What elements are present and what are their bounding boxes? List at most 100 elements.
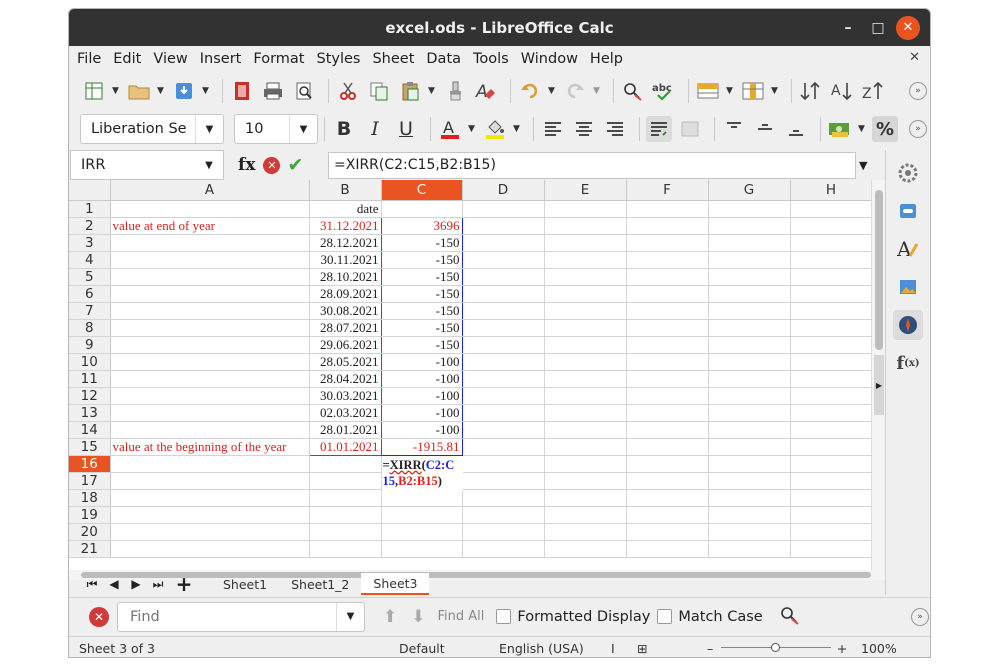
cell-b[interactable]: 30.11.2021 [308, 251, 382, 269]
cell-a[interactable] [110, 387, 310, 405]
font-color-icon[interactable]: A [437, 116, 463, 142]
column-header-b[interactable]: B [309, 180, 382, 201]
menu-file[interactable]: File [71, 51, 107, 67]
menu-edit[interactable]: Edit [107, 51, 147, 67]
row-header[interactable]: 21 [69, 540, 111, 558]
column-header-e[interactable]: E [544, 180, 627, 201]
cell-a[interactable] [110, 353, 310, 371]
cell-empty[interactable] [708, 387, 791, 405]
row-header[interactable]: 3 [69, 234, 111, 252]
cell-c[interactable]: -100 [380, 370, 463, 388]
cell-a[interactable] [110, 421, 310, 439]
row-dropdown-icon[interactable]: ▼ [726, 86, 736, 96]
find-input[interactable] [128, 607, 328, 626]
cell-empty[interactable] [544, 472, 627, 490]
row-header[interactable]: 5 [69, 268, 111, 286]
zoom-slider[interactable] [721, 642, 831, 654]
maximize-button[interactable]: □ [866, 16, 890, 40]
column-icon[interactable] [740, 78, 766, 104]
cell-empty[interactable] [462, 438, 545, 456]
cell-empty[interactable] [708, 234, 791, 252]
cell-b[interactable]: 28.05.2021 [308, 353, 382, 371]
cell-b[interactable]: 28.07.2021 [308, 319, 382, 337]
cell-c[interactable]: -150 [380, 234, 463, 252]
zoom-slider-thumb[interactable] [771, 643, 780, 652]
cell-b[interactable]: 28.09.2021 [308, 285, 382, 303]
cell-a[interactable] [110, 540, 310, 558]
tab-sheet3[interactable]: Sheet3 [361, 573, 430, 595]
percent-format-button[interactable]: % [872, 116, 898, 142]
cell-a[interactable] [110, 285, 310, 303]
redo-dropdown-icon[interactable]: ▼ [593, 86, 603, 96]
cell-empty[interactable] [790, 251, 873, 269]
cell-empty[interactable] [544, 251, 627, 269]
menu-sheet[interactable]: Sheet [366, 51, 420, 67]
undo-icon[interactable] [517, 78, 543, 104]
cell-empty[interactable] [462, 302, 545, 320]
cell-empty[interactable] [708, 506, 791, 524]
cell-b[interactable] [309, 523, 382, 541]
cell-a[interactable] [110, 455, 310, 473]
row-header[interactable]: 12 [69, 387, 111, 405]
cell-empty[interactable] [462, 234, 545, 252]
cell-a[interactable] [110, 523, 310, 541]
cell-b[interactable]: 31.12.2021 [308, 216, 382, 235]
cell-empty[interactable] [462, 387, 545, 405]
cell-empty[interactable] [462, 217, 545, 235]
cell-empty[interactable] [544, 387, 627, 405]
cell-empty[interactable] [544, 540, 627, 558]
row-header[interactable]: 10 [69, 353, 111, 371]
cell-a[interactable] [110, 319, 310, 337]
cell-empty[interactable] [708, 302, 791, 320]
currency-dropdown-icon[interactable]: ▼ [858, 124, 868, 134]
cell-empty[interactable] [790, 540, 873, 558]
font-size-dropdown-icon[interactable]: ▼ [289, 115, 317, 143]
cell-c[interactable]: -150 [380, 302, 463, 320]
cell-a[interactable] [110, 506, 310, 524]
selection-mode-icon[interactable]: ⊞ [637, 641, 667, 656]
minimize-button[interactable]: – [836, 16, 860, 40]
cell-empty[interactable] [626, 319, 709, 337]
cell-b[interactable]: 02.03.2021 [308, 404, 382, 422]
cell-empty[interactable] [544, 217, 627, 235]
cell-empty[interactable] [708, 489, 791, 507]
name-box-dropdown-icon[interactable]: ▼ [195, 151, 223, 179]
cell-empty[interactable] [790, 319, 873, 337]
paste-dropdown-icon[interactable]: ▼ [428, 86, 438, 96]
cell-empty[interactable] [626, 540, 709, 558]
cell-empty[interactable] [626, 455, 709, 473]
row-header[interactable]: 18 [69, 489, 111, 507]
cell-empty[interactable] [626, 489, 709, 507]
row-header[interactable]: 2 [69, 217, 111, 235]
cell-empty[interactable] [544, 404, 627, 422]
cell-c[interactable]: -100 [380, 421, 463, 439]
cell-empty[interactable] [708, 336, 791, 354]
cell-empty[interactable] [626, 353, 709, 371]
find-replace-icon[interactable] [620, 78, 646, 104]
cell-empty[interactable] [790, 506, 873, 524]
cell-empty[interactable] [626, 268, 709, 286]
cell-empty[interactable] [790, 387, 873, 405]
menu-data[interactable]: Data [420, 51, 467, 67]
cell-empty[interactable] [708, 540, 791, 558]
merge-cells-icon[interactable] [677, 116, 703, 142]
cell-empty[interactable] [790, 455, 873, 473]
cell-c[interactable] [381, 540, 463, 558]
cell-empty[interactable] [544, 234, 627, 252]
cell-b[interactable] [309, 472, 382, 490]
zoom-in-button[interactable]: + [831, 641, 853, 656]
cell-c[interactable]: -150 [380, 251, 463, 269]
cell-empty[interactable] [544, 489, 627, 507]
cell-c[interactable]: 3696 [380, 216, 463, 235]
cell-empty[interactable] [708, 285, 791, 303]
cell-empty[interactable] [544, 506, 627, 524]
menu-view[interactable]: View [147, 51, 193, 67]
row-header[interactable]: 14 [69, 421, 111, 439]
cell-empty[interactable] [708, 421, 791, 439]
sidebar-collapse-handle[interactable]: ▶ [874, 355, 884, 415]
row-header[interactable]: 6 [69, 285, 111, 303]
cell-empty[interactable] [790, 472, 873, 490]
cell-b[interactable]: 28.04.2021 [308, 370, 382, 388]
more-find-toolbar-icon[interactable]: » [911, 607, 929, 626]
font-color-dropdown-icon[interactable]: ▼ [468, 124, 478, 134]
